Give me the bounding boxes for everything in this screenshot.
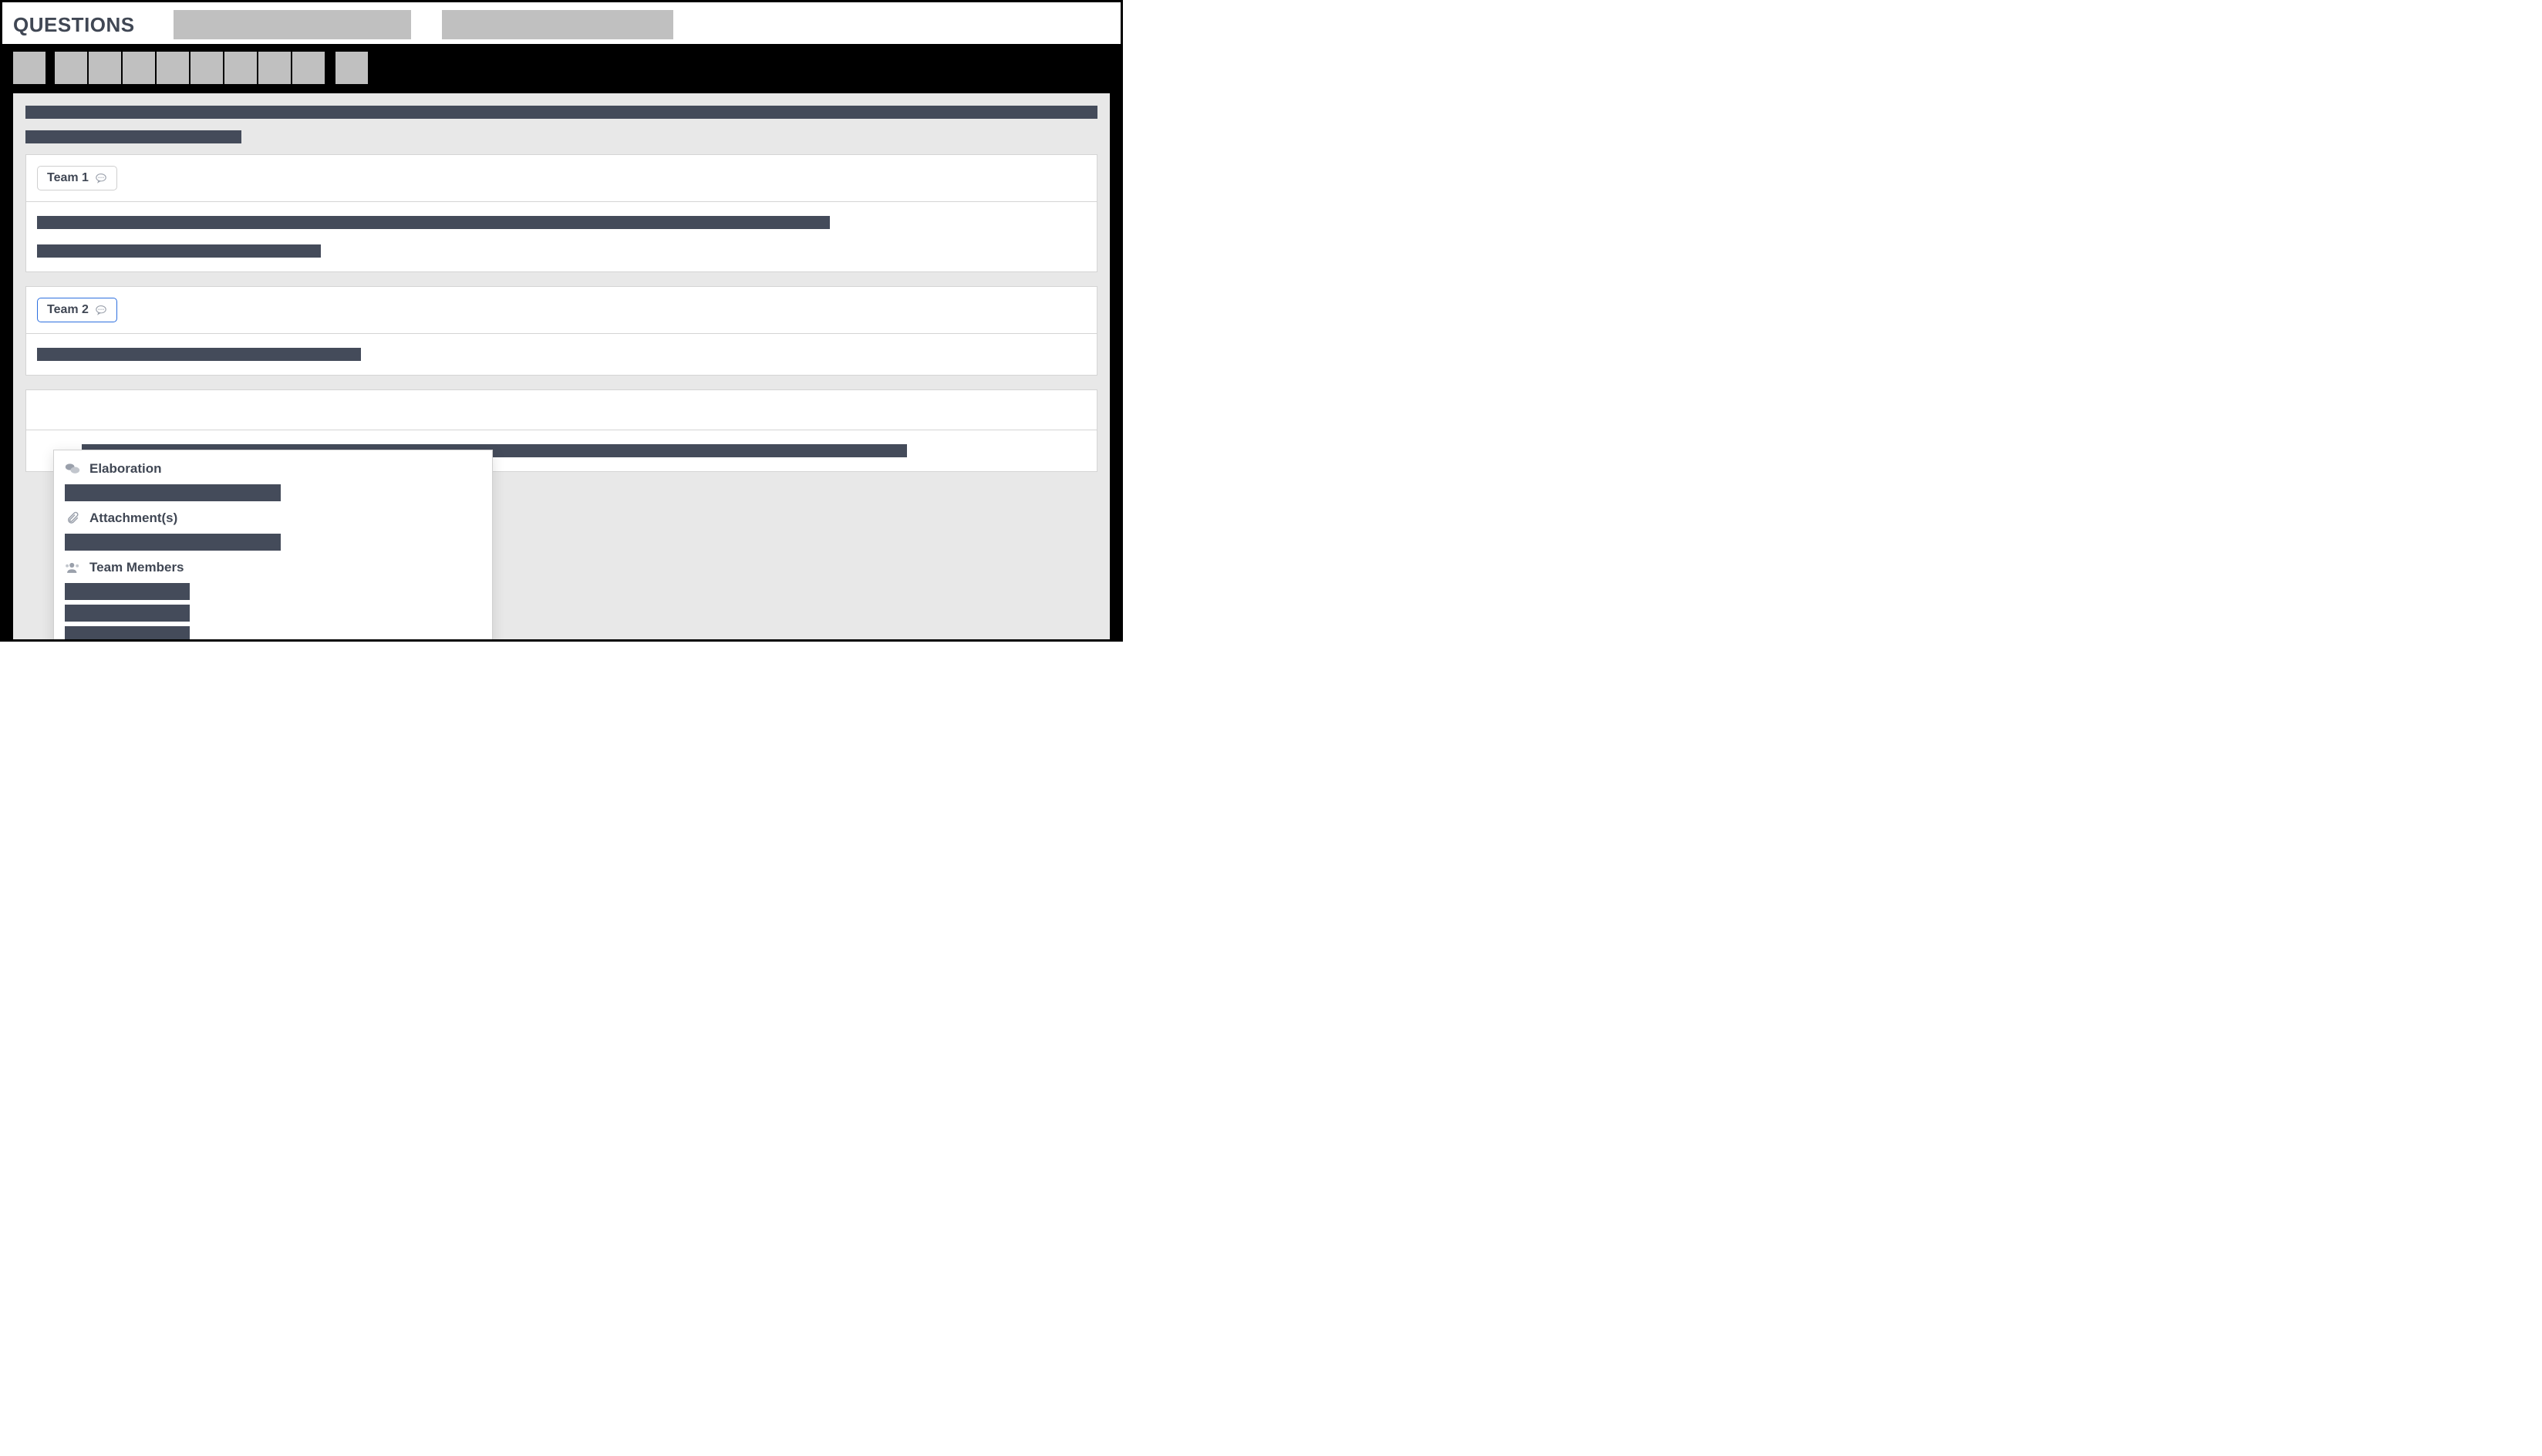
team-card-1: Team 1 [25, 154, 1097, 272]
attachment-item[interactable] [65, 534, 281, 551]
main-panel: Team 1 [2, 44, 1121, 639]
elaboration-header: Elaboration [65, 461, 481, 477]
team-details-popover: Elaboration Attachment(s) [53, 450, 493, 639]
answer-1-line-2 [37, 244, 321, 258]
paperclip-icon [65, 511, 80, 525]
header-placeholder-2 [442, 10, 673, 39]
toolbar-button-2[interactable] [335, 52, 368, 84]
toolbar-button-g6[interactable] [224, 52, 257, 84]
answer-2-line-1 [37, 348, 361, 361]
users-icon [65, 561, 80, 575]
elaboration-label: Elaboration [89, 461, 162, 477]
attachments-header: Attachment(s) [65, 511, 481, 526]
top-header: QUESTIONS [2, 2, 1121, 44]
question-text [25, 106, 1097, 143]
team-members-section: Team Members [65, 560, 481, 639]
team-1-answer [26, 202, 1097, 271]
team-card-2: Team 2 [25, 286, 1097, 376]
member-item-3 [65, 626, 190, 639]
toolbar-button-g7[interactable] [258, 52, 291, 84]
elaboration-section: Elaboration [65, 461, 481, 501]
team-card-1-header: Team 1 [26, 155, 1097, 202]
team-card-3-header [26, 390, 1097, 430]
toolbar-group [55, 52, 326, 84]
member-item-1 [65, 583, 190, 600]
team-1-badge[interactable]: Team 1 [37, 166, 117, 190]
header-placeholder-group [174, 10, 673, 39]
toolbar-button-1[interactable] [13, 52, 46, 84]
toolbar-button-g5[interactable] [190, 52, 223, 84]
toolbar-button-g3[interactable] [123, 52, 155, 84]
elaboration-content [65, 484, 281, 501]
attachments-section: Attachment(s) [65, 511, 481, 551]
team-2-answer [26, 334, 1097, 375]
question-line-1 [25, 106, 1097, 119]
toolbar [13, 52, 1110, 84]
page-title: QUESTIONS [13, 13, 135, 37]
attachments-label: Attachment(s) [89, 511, 177, 526]
team-members-label: Team Members [89, 560, 184, 575]
team-members-header: Team Members [65, 560, 481, 575]
app-frame: QUESTIONS [0, 0, 1123, 642]
team-2-label: Team 2 [47, 303, 89, 317]
member-item-2 [65, 605, 190, 622]
team-1-label: Team 1 [47, 171, 89, 185]
team-card-2-header: Team 2 [26, 287, 1097, 334]
chat-bubbles-icon [65, 462, 80, 476]
comment-icon [95, 173, 107, 184]
comment-icon [95, 305, 107, 315]
toolbar-button-g2[interactable] [89, 52, 121, 84]
content-area: Team 1 [13, 93, 1110, 639]
team-2-badge[interactable]: Team 2 [37, 298, 117, 322]
question-line-2 [25, 130, 241, 143]
header-placeholder-1 [174, 10, 411, 39]
member-list [65, 583, 481, 639]
toolbar-button-g1[interactable] [55, 52, 87, 84]
toolbar-button-g8[interactable] [292, 52, 325, 84]
toolbar-button-g4[interactable] [157, 52, 189, 84]
answer-1-line-1 [37, 216, 830, 229]
